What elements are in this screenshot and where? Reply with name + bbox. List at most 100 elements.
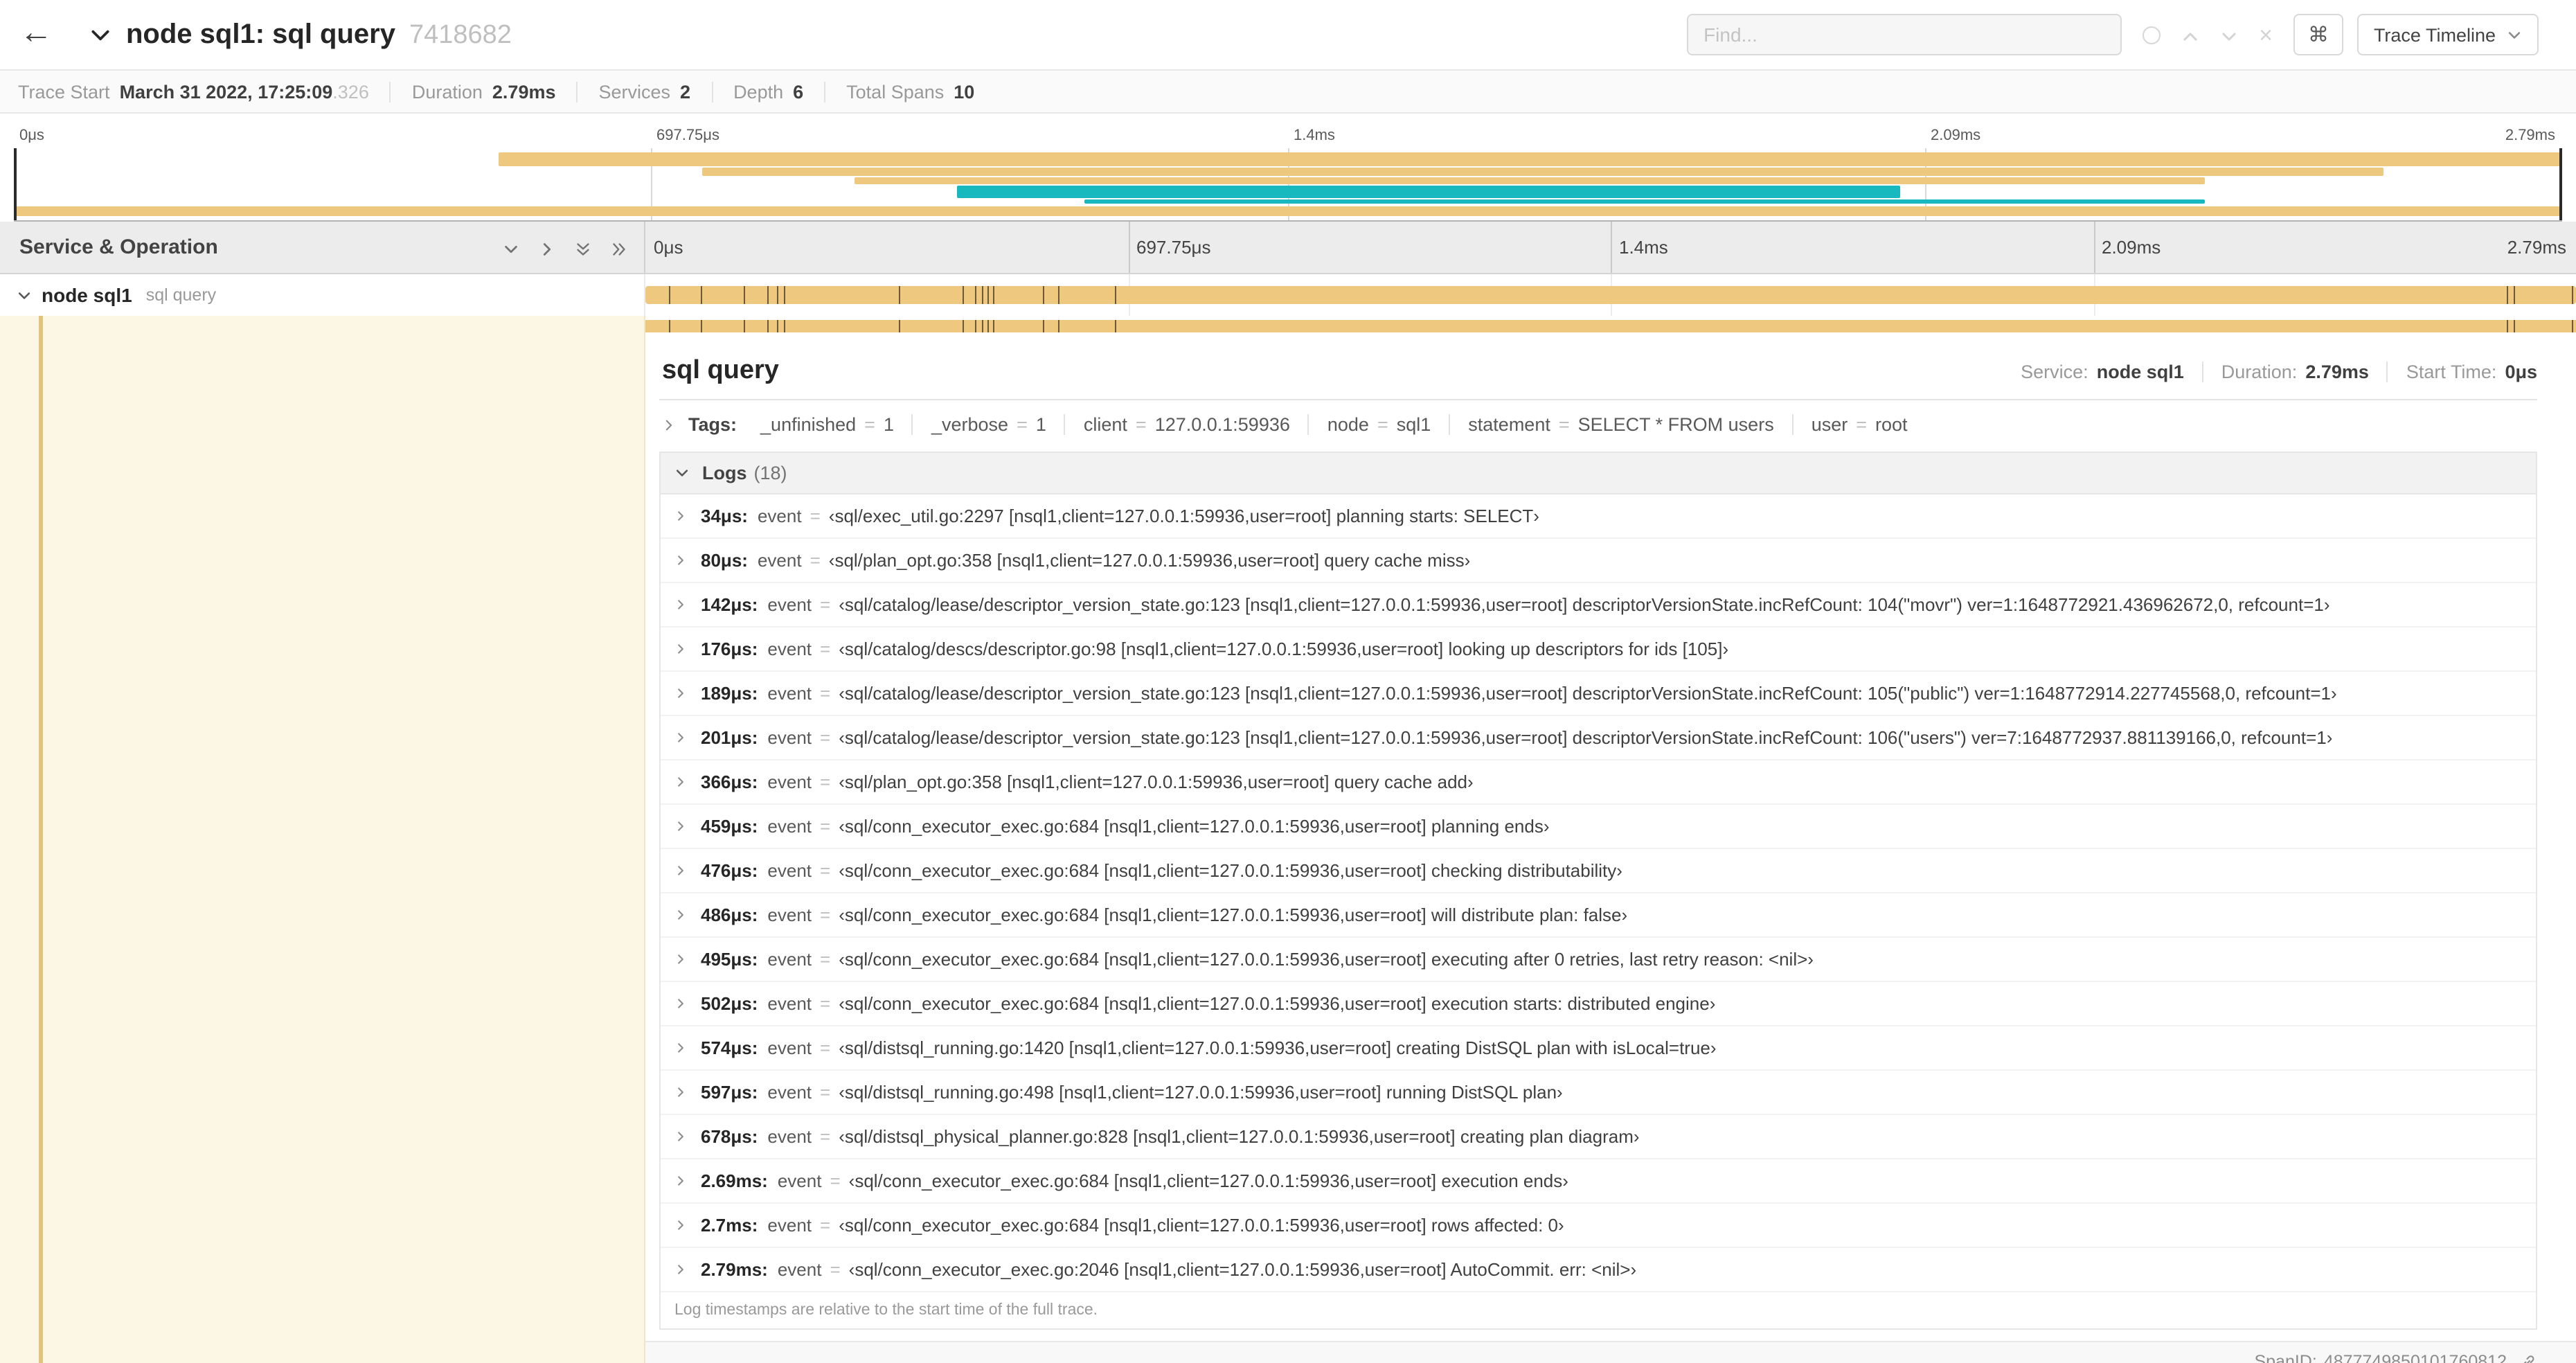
span-row-name-cell[interactable]: node sql1 sql query: [0, 274, 645, 316]
trace-view-selector-button[interactable]: Trace Timeline: [2356, 14, 2539, 55]
log-field-value: ‹sql/conn_executor_exec.go:2046 [nsql1,c…: [848, 1259, 1637, 1280]
log-entry[interactable]: 34μs: event = ‹sql/exec_util.go:2297 [ns…: [661, 495, 2536, 539]
log-equals: =: [820, 1215, 831, 1236]
log-chevron-icon[interactable]: [674, 1219, 687, 1231]
log-field-key: event: [767, 727, 812, 748]
log-tick-mark: [776, 286, 778, 304]
log-chevron-icon[interactable]: [674, 776, 687, 788]
log-field-key: event: [757, 550, 802, 571]
log-chevron-icon[interactable]: [674, 510, 687, 522]
log-tick-mark: [701, 320, 703, 332]
log-entry[interactable]: 189μs: event = ‹sql/catalog/lease/descri…: [661, 672, 2536, 716]
log-chevron-icon[interactable]: [674, 1130, 687, 1143]
detail-span-duration-bar[interactable]: [645, 320, 2576, 332]
prev-match-icon[interactable]: [2181, 24, 2199, 46]
log-entry[interactable]: 2.79ms: event = ‹sql/conn_executor_exec.…: [661, 1248, 2536, 1292]
log-entry[interactable]: 574μs: event = ‹sql/distsql_running.go:1…: [661, 1026, 2536, 1071]
log-field-key: event: [767, 639, 812, 659]
log-field-value: ‹sql/conn_executor_exec.go:684 [nsql1,cl…: [839, 905, 1628, 925]
trace-start-stat: Trace Start March 31 2022, 17:25:09.326: [18, 81, 390, 102]
logs-accordion-header[interactable]: Logs (18): [661, 453, 2536, 495]
minimap-canvas[interactable]: [14, 148, 2562, 220]
tag: node = sql1: [1307, 414, 1449, 435]
depth-stat: Depth 6: [711, 81, 824, 102]
log-equals: =: [820, 1037, 831, 1058]
log-tick-mark: [1043, 320, 1045, 332]
log-tick-mark: [987, 320, 989, 332]
log-entry[interactable]: 2.69ms: event = ‹sql/conn_executor_exec.…: [661, 1159, 2536, 1204]
log-chevron-icon[interactable]: [674, 554, 687, 567]
log-entry[interactable]: 486μs: event = ‹sql/conn_executor_exec.g…: [661, 893, 2536, 938]
log-equals: =: [820, 639, 831, 659]
tags-accordion[interactable]: Tags: _unfinished = 1 _verbose = 1 client = 127.…: [659, 400, 2537, 449]
log-entry[interactable]: 597μs: event = ‹sql/distsql_running.go:4…: [661, 1071, 2536, 1115]
copy-link-icon[interactable]: [2514, 1352, 2537, 1363]
span-duration-bar[interactable]: [645, 286, 2576, 304]
find-input[interactable]: [1687, 14, 2122, 55]
collapse-all-icon[interactable]: [611, 236, 627, 258]
trace-start-fraction: .326: [332, 81, 369, 102]
log-field-value: ‹sql/distsql_physical_planner.go:828 [ns…: [839, 1126, 1640, 1147]
log-entry[interactable]: 2.7ms: event = ‹sql/conn_executor_exec.g…: [661, 1204, 2536, 1248]
log-entry[interactable]: 459μs: event = ‹sql/conn_executor_exec.g…: [661, 805, 2536, 849]
log-equals: =: [820, 905, 831, 925]
log-entry[interactable]: 678μs: event = ‹sql/distsql_physical_pla…: [661, 1115, 2536, 1159]
log-chevron-icon[interactable]: [674, 864, 687, 877]
log-field-key: event: [767, 905, 812, 925]
log-entry[interactable]: 142μs: event = ‹sql/catalog/lease/descri…: [661, 583, 2536, 627]
log-chevron-icon[interactable]: [674, 997, 687, 1010]
logs-chevron-icon[interactable]: [674, 465, 690, 481]
log-chevron-icon[interactable]: [674, 687, 687, 700]
ruler-gridline: [2093, 222, 2095, 273]
log-tick-mark: [701, 286, 703, 304]
tags-chevron-icon[interactable]: [662, 418, 676, 431]
log-chevron-icon[interactable]: [674, 953, 687, 965]
log-tick-mark: [975, 320, 977, 332]
log-tick-mark: [898, 320, 900, 332]
log-entry[interactable]: 495μs: event = ‹sql/conn_executor_exec.g…: [661, 938, 2536, 982]
log-tick-mark: [1058, 286, 1060, 304]
expand-all-icon[interactable]: [575, 236, 591, 258]
log-field-value: ‹sql/conn_executor_exec.go:684 [nsql1,cl…: [839, 993, 1716, 1014]
expand-one-level-icon[interactable]: [503, 236, 519, 258]
log-field-value: ‹sql/catalog/descs/descriptor.go:98 [nsq…: [839, 639, 1729, 659]
minimap-tick-label: 697.75μs: [656, 127, 719, 144]
log-chevron-icon[interactable]: [674, 1175, 687, 1187]
span-detail-panel: sql query Service: node sql1 Duration: 2.7…: [659, 344, 2537, 1330]
log-chevron-icon[interactable]: [674, 1086, 687, 1098]
log-chevron-icon[interactable]: [674, 909, 687, 921]
log-chevron-icon[interactable]: [674, 820, 687, 832]
log-tick-mark: [767, 320, 769, 332]
log-chevron-icon[interactable]: [674, 1263, 687, 1276]
log-entry[interactable]: 176μs: event = ‹sql/catalog/descs/descri…: [661, 627, 2536, 672]
log-entry[interactable]: 201μs: event = ‹sql/catalog/lease/descri…: [661, 716, 2536, 760]
keyboard-shortcuts-button[interactable]: ⌘: [2293, 14, 2343, 55]
log-entry[interactable]: 366μs: event = ‹sql/plan_opt.go:358 [nsq…: [661, 760, 2536, 805]
log-chevron-icon[interactable]: [674, 1042, 687, 1054]
log-chevron-icon[interactable]: [674, 643, 687, 655]
trace-name: node sql1: sql query: [126, 19, 395, 49]
span-row-timeline-cell[interactable]: [645, 274, 2576, 316]
ruler-gridline: [1611, 222, 1612, 273]
collapse-one-level-icon[interactable]: [539, 236, 555, 258]
ruler-tick-label: 2.09ms: [2102, 237, 2161, 258]
span-expanded-chevron-icon[interactable]: [17, 287, 32, 303]
log-entry[interactable]: 502μs: event = ‹sql/conn_executor_exec.g…: [661, 982, 2536, 1026]
log-entry[interactable]: 476μs: event = ‹sql/conn_executor_exec.g…: [661, 849, 2536, 893]
log-timestamp: 201μs:: [701, 727, 758, 748]
log-chevron-icon[interactable]: [674, 731, 687, 744]
service-operation-label: Service & Operation: [19, 235, 218, 259]
log-entry[interactable]: 80μs: event = ‹sql/plan_opt.go:358 [nsql…: [661, 539, 2536, 583]
next-match-icon[interactable]: [2220, 24, 2238, 46]
log-tick-mark: [744, 320, 746, 332]
header-actions: × ⌘ Trace Timeline: [1687, 14, 2539, 55]
duration-value: 2.79ms: [492, 81, 556, 102]
log-chevron-icon[interactable]: [674, 598, 687, 611]
minimap-left-scrubber-handle[interactable]: [14, 148, 17, 220]
trace-start-label: Trace Start: [18, 81, 110, 102]
minimap-right-scrubber-handle[interactable]: [2559, 148, 2562, 220]
back-button[interactable]: ←: [19, 14, 64, 55]
log-tick-mark: [2506, 286, 2508, 304]
collapse-trace-chevron-icon[interactable]: [89, 23, 112, 46]
clear-find-icon[interactable]: ×: [2259, 23, 2273, 46]
